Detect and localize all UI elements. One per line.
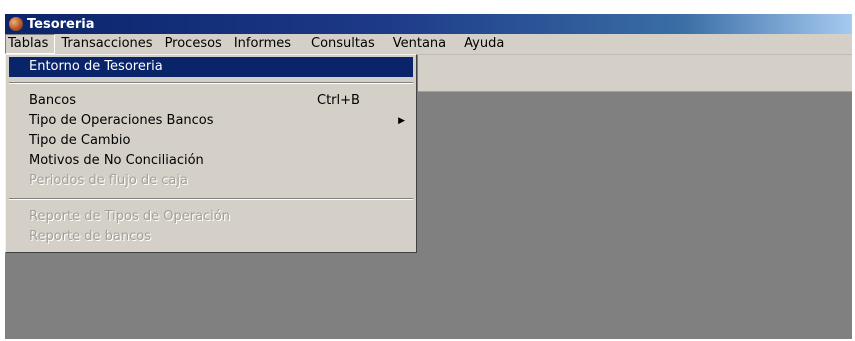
menu-entry-label: Bancos — [29, 93, 76, 108]
window-title: Tesoreria — [27, 16, 95, 32]
menu-tablas[interactable]: Tablas — [5, 34, 56, 54]
app-window: Tesoreria Tablas Transacciones Procesos … — [5, 14, 852, 339]
menu-entry-tipo-cambio[interactable]: Tipo de Cambio — [9, 131, 413, 151]
menu-entry-label: Tipo de Operaciones Bancos — [29, 113, 214, 128]
menu-informes[interactable]: Informes — [228, 34, 297, 54]
menu-transacciones[interactable]: Transacciones — [55, 34, 158, 54]
shortcut-label: Ctrl+B — [317, 93, 360, 108]
title-bar[interactable]: Tesoreria — [5, 14, 852, 34]
menu-entry-tipo-operaciones-bancos[interactable]: Tipo de Operaciones Bancos ▶ — [9, 111, 413, 131]
submenu-arrow-icon: ▶ — [398, 116, 405, 126]
menu-entry-reporte-tipos-operacion: Reporte de Tipos de Operación — [9, 207, 413, 227]
menu-entry-reporte-bancos: Reporte de bancos — [9, 227, 413, 247]
menu-entry-label: Tipo de Cambio — [29, 133, 131, 148]
menu-ayuda[interactable]: Ayuda — [452, 34, 510, 54]
menu-bar: Tablas Transacciones Procesos Informes C… — [5, 34, 852, 55]
menu-entry-label: Entorno de Tesoreria — [29, 59, 163, 74]
tablas-dropdown-menu: Entorno de Tesoreria Bancos Ctrl+B Tipo … — [5, 54, 417, 253]
menu-entry-motivos-no-conciliacion[interactable]: Motivos de No Conciliación — [9, 151, 413, 171]
menu-consultas[interactable]: Consultas — [297, 34, 381, 54]
menu-entry-label: Reporte de Tipos de Operación — [29, 209, 230, 224]
menu-procesos[interactable]: Procesos — [159, 34, 228, 54]
menu-entry-entorno-tesoreria[interactable]: Entorno de Tesoreria — [9, 57, 413, 77]
menu-ventana[interactable]: Ventana — [381, 34, 452, 54]
app-icon[interactable] — [9, 17, 23, 31]
menu-entry-label: Periodos de flujo de caja — [29, 173, 188, 188]
menu-entry-label: Motivos de No Conciliación — [29, 153, 204, 168]
menu-entry-periodos-flujo-caja: Periodos de flujo de caja — [9, 171, 413, 191]
menu-entry-label: Reporte de bancos — [29, 229, 151, 244]
menu-separator — [9, 198, 413, 200]
menu-entry-bancos[interactable]: Bancos Ctrl+B — [9, 91, 413, 111]
menu-separator — [9, 82, 413, 84]
